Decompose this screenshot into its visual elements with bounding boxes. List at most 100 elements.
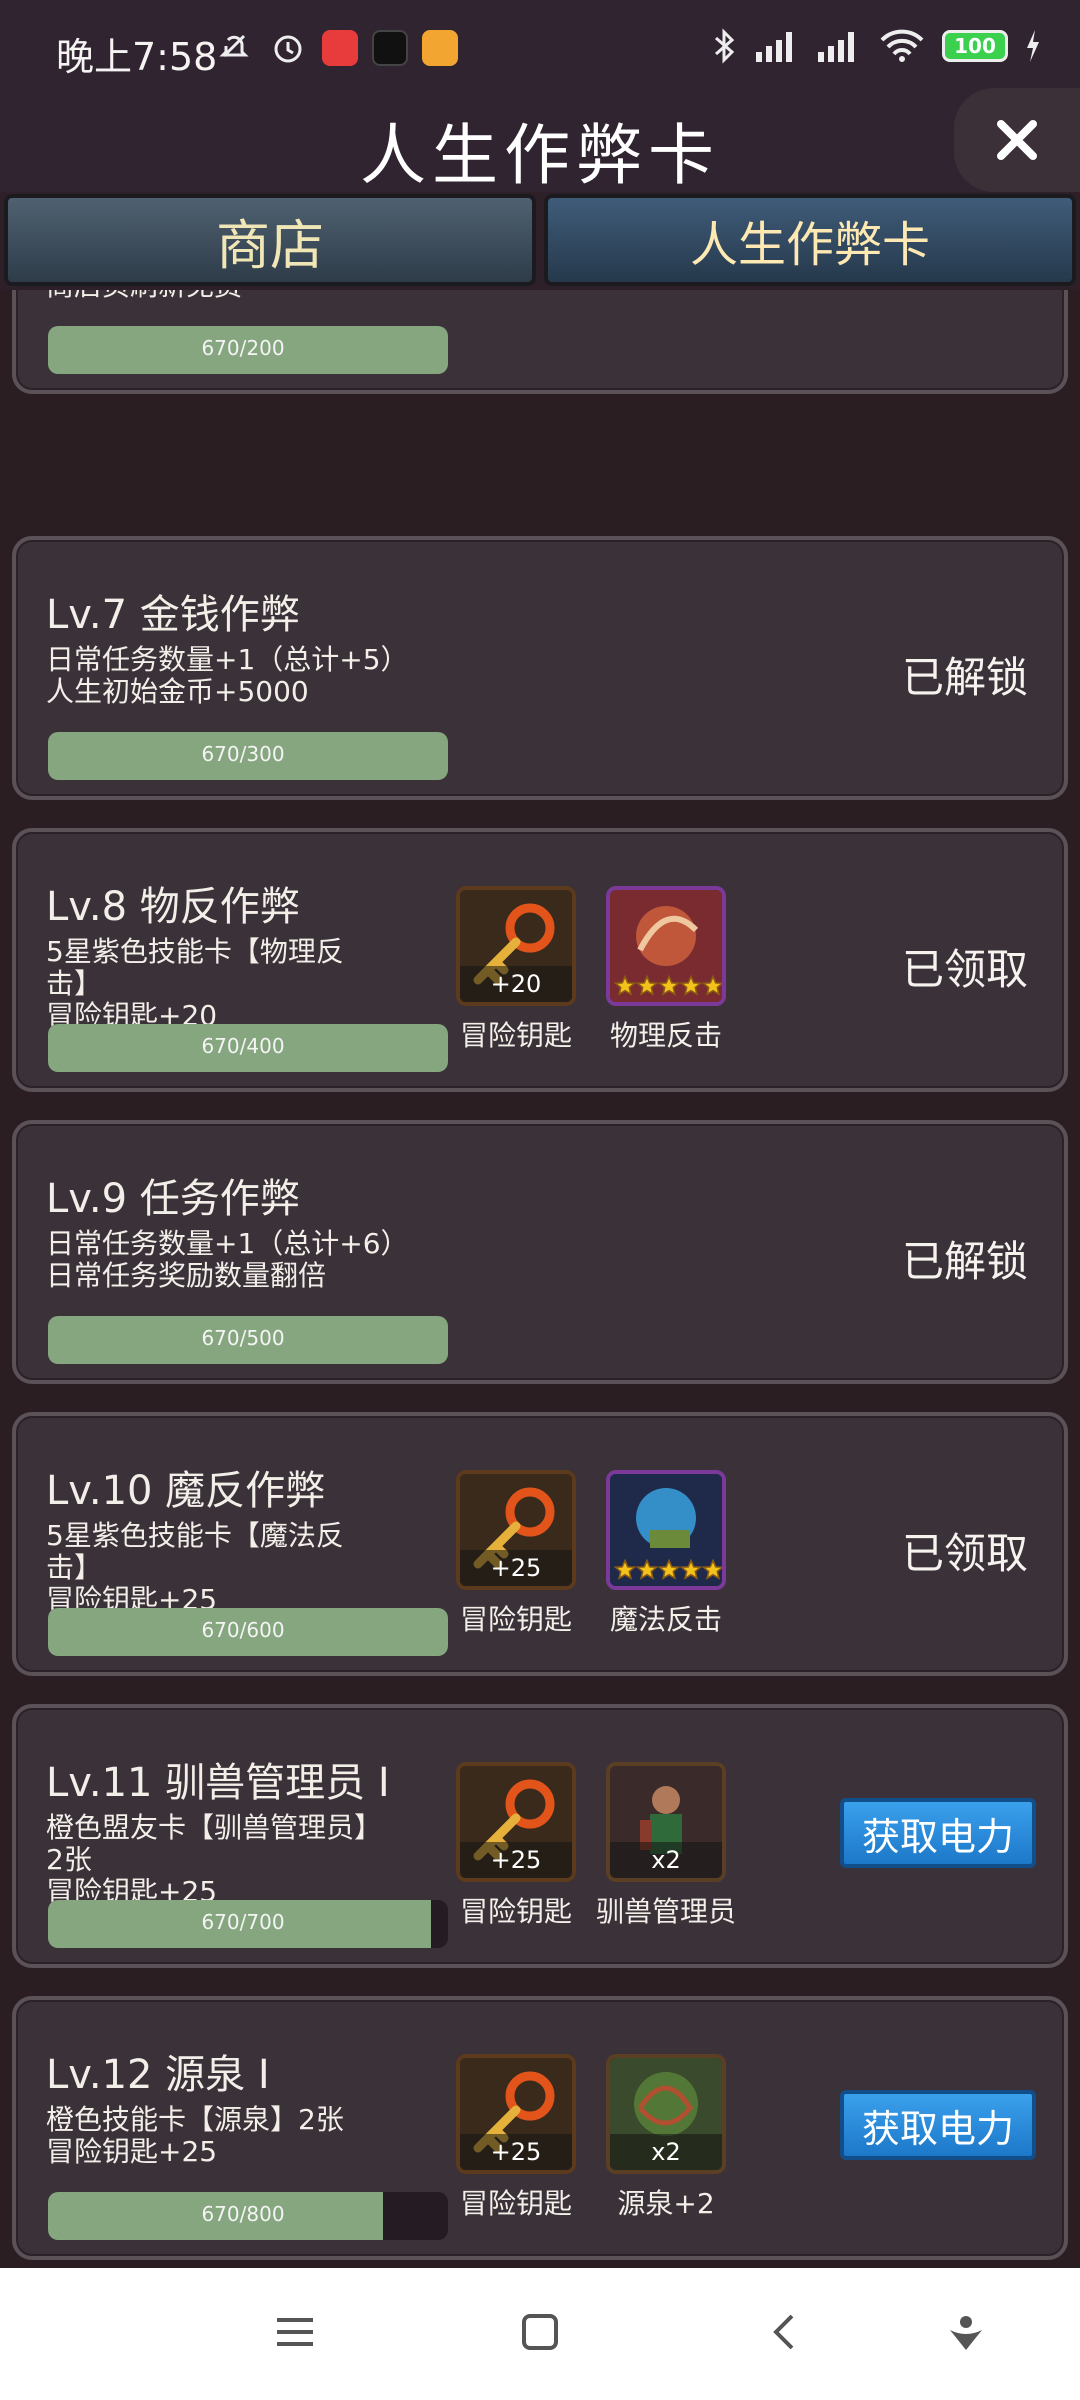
card-title: Lv.12 源泉 I <box>46 2052 270 2098</box>
reward-count: +25 <box>460 2134 572 2170</box>
reward-label: 冒险钥匙 <box>459 1019 572 1052</box>
status-label: 已领取 <box>901 945 1028 994</box>
get-power-button[interactable]: 获取电力 <box>840 2090 1036 2160</box>
close-button[interactable] <box>954 88 1080 192</box>
reward-icon-frame <box>606 1470 726 1590</box>
star-rating <box>614 974 722 998</box>
system-indicators: 100 <box>712 26 1042 66</box>
page-header: 人生作弊卡 <box>0 88 1080 194</box>
progress-bar: 670/200 <box>48 326 448 374</box>
cheat-card: Lv.7 金钱作弊日常任务数量+1（总计+5） 人生初始金币+5000 670/3… <box>12 536 1068 800</box>
progress-bar: 670/700 <box>48 1900 448 1948</box>
reward-icon-frame <box>606 886 726 1006</box>
reward-label: 冒险钥匙 <box>459 1603 572 1636</box>
reward-item[interactable]: +20 冒险钥匙 <box>436 886 596 1054</box>
reward-label: 源泉+2 <box>617 2187 715 2220</box>
reward-count: +20 <box>460 966 572 1002</box>
cheat-card: Lv.8 物反作弊 5星紫色技能卡【物理反 击】 冒险钥匙+20 670/400 +2… <box>12 828 1068 1092</box>
get-power-button[interactable]: 获取电力 <box>840 1798 1036 1868</box>
star-rating <box>614 1558 722 1582</box>
reward-item[interactable]: 魔法反击 <box>586 1470 746 1638</box>
card-description: 橙色技能卡【源泉】2张 冒险钥匙+25 <box>46 2103 344 2168</box>
card-description: 5星紫色技能卡【物理反 击】 冒险钥匙+20 <box>46 935 344 1032</box>
reward-count: +25 <box>460 1550 572 1586</box>
star-icon <box>658 1558 680 1580</box>
cheat-card: Lv.11 驯兽管理员 I 橙色盟友卡【驯兽管理员】 2张 冒险钥匙+25 670/… <box>12 1704 1068 1968</box>
reward-label: 物理反击 <box>609 1019 722 1052</box>
progress-text: 670/600 <box>201 1618 285 1642</box>
status-bar: 晚上7:58 100 <box>0 0 1080 100</box>
reward-item[interactable]: 物理反击 <box>586 886 746 1054</box>
reward-icon-frame: x2 <box>606 2054 726 2174</box>
battery-indicator: 100 <box>942 30 1008 62</box>
progress-bar: 670/300 <box>48 732 448 780</box>
card-description: 橙色盟友卡【驯兽管理员】 2张 冒险钥匙+25 <box>46 1811 383 1908</box>
tab-bar: 商店 人生作弊卡 <box>0 194 1080 288</box>
status-label: 已领取 <box>901 1529 1028 1578</box>
back-icon[interactable] <box>766 2312 806 2352</box>
tab-shop[interactable]: 商店 <box>4 194 536 286</box>
progress-text: 670/700 <box>201 1910 285 1934</box>
card-description: 5星紫色技能卡【魔法反 击】 冒险钥匙+25 <box>46 1519 344 1616</box>
star-icon <box>614 974 636 996</box>
progress-bar: 670/800 <box>48 2192 448 2240</box>
message-notification-icon <box>422 30 458 66</box>
reward-icon-frame: +20 <box>456 886 576 1006</box>
assistant-icon[interactable] <box>946 2312 986 2352</box>
wifi-icon <box>880 29 924 62</box>
reward-icon-frame: +25 <box>456 2054 576 2174</box>
card-title: Lv.8 物反作弊 <box>46 884 300 930</box>
home-icon[interactable] <box>520 2312 560 2352</box>
reward-count: x2 <box>610 1842 722 1878</box>
progress-text: 670/300 <box>201 742 285 766</box>
status-label: 已解锁 <box>901 1237 1028 1286</box>
star-icon <box>658 974 680 996</box>
notification-icons <box>214 28 458 68</box>
card-title: Lv.11 驯兽管理员 I <box>46 1760 390 1806</box>
reward-item[interactable]: +25 冒险钥匙 <box>436 2054 596 2222</box>
card-title: Lv.9 任务作弊 <box>46 1176 300 1222</box>
star-icon <box>702 974 722 996</box>
reward-item[interactable]: +25 冒险钥匙 <box>436 1470 596 1638</box>
status-label: 已解锁 <box>901 653 1028 702</box>
reward-item[interactable]: x2 驯兽管理员 <box>586 1762 746 1930</box>
signal-2-icon <box>818 32 854 62</box>
cheat-card: Lv.12 源泉 I 橙色技能卡【源泉】2张 冒险钥匙+25 670/800 +25 冒… <box>12 1996 1068 2260</box>
reward-count: x2 <box>610 2134 722 2170</box>
card-title: Lv.7 金钱作弊 <box>46 592 300 638</box>
close-icon <box>997 120 1037 160</box>
reward-label: 冒险钥匙 <box>459 2187 572 2220</box>
reward-item[interactable]: x2 源泉+2 <box>586 2054 746 2222</box>
card-description: 日常任务数量+1（总计+4） 商店页刷新免费 <box>46 290 426 302</box>
progress-text: 670/500 <box>201 1326 285 1350</box>
cheat-card-list[interactable]: Lv.6 商店作弊日常任务数量+1（总计+4） 商店页刷新免费670/200已解… <box>0 290 1080 2268</box>
card-title: Lv.10 魔反作弊 <box>46 1468 326 1514</box>
mute-icon <box>219 34 249 58</box>
progress-text: 670/400 <box>201 1034 285 1058</box>
star-icon <box>680 1558 702 1580</box>
star-icon <box>636 1558 658 1580</box>
card-description: 日常任务数量+1（总计+5） 人生初始金币+5000 <box>46 643 409 708</box>
reward-label: 驯兽管理员 <box>595 1895 736 1928</box>
star-icon <box>680 974 702 996</box>
star-icon <box>636 974 658 996</box>
progress-bar: 670/400 <box>48 1024 448 1072</box>
cheat-card: Lv.10 魔反作弊 5星紫色技能卡【魔法反 击】 冒险钥匙+25 670/600 +… <box>12 1412 1068 1676</box>
reward-icon-frame: +25 <box>456 1762 576 1882</box>
reward-icon-frame: +25 <box>456 1470 576 1590</box>
alarm-icon <box>274 35 302 63</box>
signal-1-icon <box>756 32 792 62</box>
star-icon <box>614 1558 636 1580</box>
system-nav-bar <box>0 2268 1080 2400</box>
reward-item[interactable]: +25 冒险钥匙 <box>436 1762 596 1930</box>
progress-text: 670/200 <box>201 336 285 360</box>
menu-icon[interactable] <box>275 2312 315 2352</box>
star-icon <box>702 1558 722 1580</box>
bluetooth-icon <box>715 28 735 64</box>
reward-count: +25 <box>460 1842 572 1878</box>
charging-icon <box>1027 30 1039 62</box>
cheat-card: Lv.6 商店作弊日常任务数量+1（总计+4） 商店页刷新免费670/200已解… <box>12 290 1068 394</box>
progress-bar: 670/600 <box>48 1608 448 1656</box>
page-title: 人生作弊卡 <box>360 117 720 194</box>
tab-life-cheat-card[interactable]: 人生作弊卡 <box>544 194 1076 286</box>
